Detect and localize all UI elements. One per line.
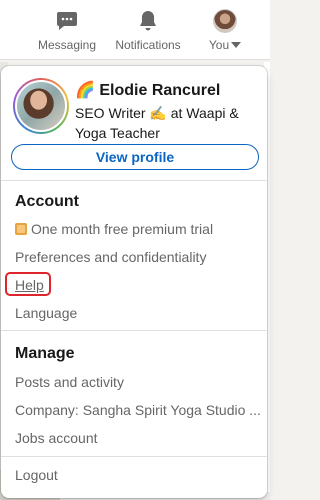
nav-messaging-label: Messaging — [37, 38, 97, 52]
profile-name-text: Elodie Rancurel — [99, 82, 221, 99]
nav-notifications-label: Notifications — [115, 38, 181, 52]
me-dropdown-menu: 🌈 Elodie Rancurel SEO Writer ✍ at Waapi … — [1, 66, 267, 498]
nav-me-label: You — [208, 38, 242, 52]
menu-item-premium-trial[interactable]: One month free premium trial — [15, 221, 213, 237]
logout-link[interactable]: Logout — [15, 467, 58, 483]
menu-item-preferences[interactable]: Preferences and confidentiality — [15, 249, 206, 265]
menu-item-language[interactable]: Language — [15, 305, 77, 321]
profile-name: 🌈 Elodie Rancurel — [75, 80, 220, 100]
account-section-title: Account — [15, 193, 79, 210]
bell-icon — [136, 8, 160, 34]
rainbow-icon: 🌈 — [75, 82, 95, 99]
manage-section-title: Manage — [15, 345, 75, 362]
chevron-down-icon — [231, 42, 242, 48]
menu-item-company[interactable]: Company: Sangha Spirit Yoga Studio ... — [15, 402, 261, 418]
premium-icon — [15, 223, 27, 235]
chat-bubble-icon — [55, 8, 79, 34]
menu-item-posts-activity[interactable]: Posts and activity — [15, 374, 124, 390]
nav-me[interactable]: You — [204, 8, 246, 56]
view-profile-button[interactable]: View profile — [11, 144, 259, 170]
menu-item-help[interactable]: Help — [15, 277, 44, 293]
profile-avatar[interactable] — [13, 78, 69, 134]
menu-item-jobs-account[interactable]: Jobs account — [15, 430, 98, 446]
nav-notifications[interactable]: Notifications — [110, 8, 186, 56]
profile-headline: SEO Writer ✍ at Waapi & Yoga Teacher — [75, 105, 239, 141]
nav-me-text: You — [208, 38, 230, 52]
nav-messaging[interactable]: Messaging — [36, 8, 98, 56]
divider — [1, 330, 267, 331]
menu-item-label: One month free premium trial — [31, 221, 214, 237]
profile-header[interactable]: 🌈 Elodie Rancurel SEO Writer ✍ at Waapi … — [13, 78, 263, 148]
divider — [1, 180, 267, 181]
divider — [1, 456, 267, 457]
top-navigation: Messaging Notifications You — [0, 0, 270, 60]
avatar — [213, 9, 237, 33]
